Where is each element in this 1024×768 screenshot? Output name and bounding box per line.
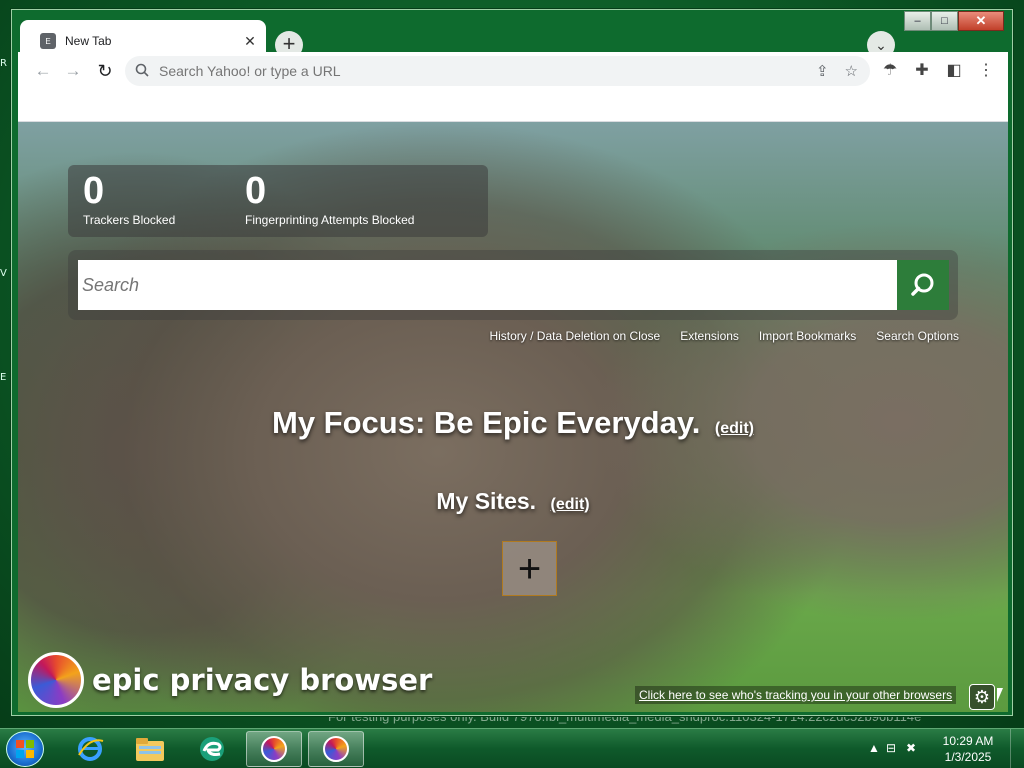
edge-icon[interactable]	[184, 731, 240, 767]
sites-title: My Sites.	[436, 488, 537, 514]
fingerprinting-label: Fingerprinting Attempts Blocked	[245, 213, 415, 227]
close-tab-icon[interactable]: ✕	[242, 33, 258, 49]
reload-icon[interactable]: ↻	[94, 60, 116, 82]
favicon-icon: E	[40, 33, 56, 49]
epic-logo-icon	[323, 736, 349, 762]
mouse-cursor-icon	[997, 688, 1003, 702]
desktop-icon-label-fragment: V	[0, 268, 7, 279]
extensions-puzzle-icon[interactable]: ✚	[912, 61, 932, 81]
bookmark-star-icon[interactable]: ☆	[845, 62, 858, 80]
address-input[interactable]	[159, 63, 759, 79]
show-desktop-button[interactable]	[1010, 729, 1024, 768]
epic-browser-taskbar-button[interactable]	[308, 731, 364, 767]
import-bookmarks-link[interactable]: Import Bookmarks	[759, 329, 856, 343]
start-button[interactable]	[6, 731, 44, 767]
fingerprinting-stat: 0 Fingerprinting Attempts Blocked	[245, 169, 414, 227]
bookmark-bar	[18, 90, 1008, 122]
settings-gear-icon[interactable]: ⚙	[969, 684, 995, 710]
search-button[interactable]	[897, 260, 949, 310]
history-deletion-link[interactable]: History / Data Deletion on Close	[489, 329, 660, 343]
privacy-stats-panel: 0 Trackers Blocked 0 Fingerprinting Atte…	[68, 165, 488, 237]
tab-title: New Tab	[65, 34, 112, 48]
epic-logo-icon	[261, 736, 287, 762]
my-sites: My Sites. (edit)	[18, 488, 1008, 515]
share-icon[interactable]: ⇪	[816, 62, 829, 80]
extensions-link[interactable]: Extensions	[680, 329, 739, 343]
brand-logo: epic privacy browser	[28, 652, 432, 708]
vpn-umbrella-icon[interactable]: ☂	[880, 61, 900, 81]
epic-logo-icon	[28, 652, 84, 708]
epic-browser-taskbar-button[interactable]	[246, 731, 302, 767]
forward-arrow-icon[interactable]: →	[62, 60, 84, 82]
sites-edit-link[interactable]: (edit)	[551, 496, 590, 513]
search-box	[68, 250, 958, 320]
fingerprinting-count: 0	[245, 170, 267, 212]
search-icon	[911, 273, 934, 296]
omnibox-actions: ⇪ ☆	[816, 62, 858, 80]
clock-date: 1/3/2025	[944, 750, 992, 764]
volume-muted-icon[interactable]: ✖	[906, 741, 916, 755]
clock-time: 10:29 AM	[942, 734, 994, 748]
tray-expand-icon[interactable]: ▲	[868, 741, 880, 755]
taskbar: ▲ ⊟ ✖ 10:29 AM 1/3/2025	[0, 728, 1024, 768]
file-explorer-icon[interactable]	[122, 731, 178, 767]
internet-explorer-icon[interactable]	[62, 731, 118, 767]
system-tray: ▲ ⊟ ✖ 10:29 AM 1/3/2025	[854, 729, 1024, 768]
focus-edit-link[interactable]: (edit)	[715, 420, 754, 437]
quick-links: History / Data Deletion on Close Extensi…	[489, 329, 959, 343]
omnibox[interactable]: ⇪ ☆	[125, 56, 870, 86]
desktop-icon-label-fragment: E	[0, 372, 7, 383]
browser-window: – □ ✕ E New Tab ✕ + ⌄ ← → ↻ ⇪ ☆ ☂ ✚ ◧ ⋮	[11, 9, 1013, 716]
side-panel-icon[interactable]: ◧	[944, 61, 964, 81]
my-focus: My Focus: Be Epic Everyday. (edit)	[18, 405, 1008, 441]
search-input[interactable]	[78, 260, 898, 310]
desktop-icon-label-fragment: R	[0, 58, 7, 69]
trackers-stat: 0 Trackers Blocked	[83, 169, 175, 227]
network-icon[interactable]: ⊟	[886, 741, 896, 755]
new-tab-page: 0 Trackers Blocked 0 Fingerprinting Atte…	[18, 122, 1008, 712]
menu-kebab-icon[interactable]: ⋮	[976, 61, 996, 81]
windows-logo-icon	[16, 740, 34, 758]
back-arrow-icon[interactable]: ←	[32, 60, 54, 82]
search-options-link[interactable]: Search Options	[876, 329, 959, 343]
trackers-count: 0	[83, 170, 105, 212]
clock[interactable]: 10:29 AM 1/3/2025	[938, 733, 998, 765]
tracking-link[interactable]: Click here to see who's tracking you in …	[635, 686, 957, 704]
search-icon	[135, 63, 153, 80]
brand-name: epic privacy browser	[92, 663, 433, 697]
trackers-label: Trackers Blocked	[83, 213, 176, 227]
focus-text: My Focus: Be Epic Everyday.	[272, 405, 701, 440]
browser-toolbar: ← → ↻ ⇪ ☆ ☂ ✚ ◧ ⋮	[18, 52, 1008, 90]
add-site-button[interactable]: +	[502, 541, 557, 596]
